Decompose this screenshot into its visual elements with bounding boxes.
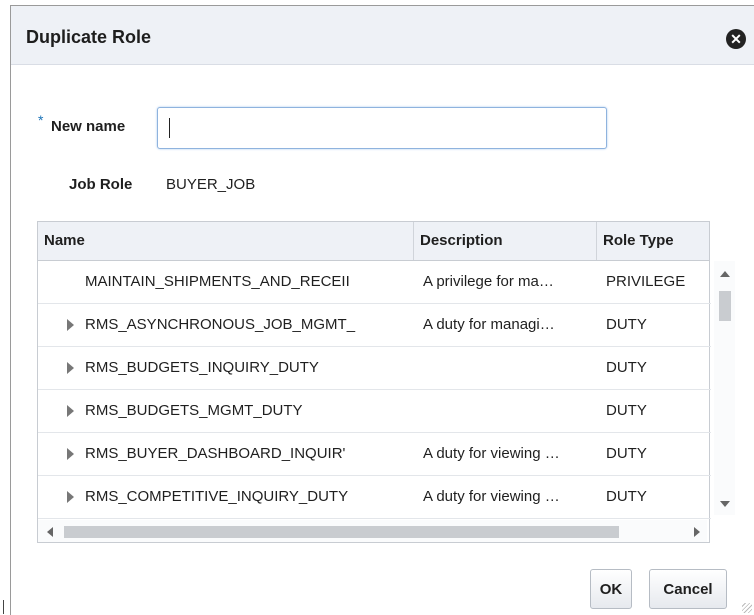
horizontal-scrollbar[interactable] <box>38 520 707 542</box>
table-row[interactable]: RMS_BUDGETS_MGMT_DUTY DUTY <box>38 390 711 433</box>
table-row[interactable]: RMS_BUDGETS_INQUIRY_DUTY DUTY <box>38 347 711 390</box>
dialog-title: Duplicate Role <box>26 27 152 47</box>
duplicate-role-dialog: Duplicate Role ✕ * New name Job Role BUY… <box>10 5 754 615</box>
cell-role-type: DUTY <box>606 316 647 333</box>
expand-triangle-icon[interactable] <box>67 319 74 331</box>
cell-name: MAINTAIN_SHIPMENTS_AND_RECEII <box>85 273 350 290</box>
cell-description <box>423 347 593 389</box>
job-role-label: Job Role <box>69 176 133 193</box>
close-icon[interactable]: ✕ <box>726 29 746 49</box>
vertical-scroll-thumb[interactable] <box>719 291 731 321</box>
cell-name: RMS_COMPETITIVE_INQUIRY_DUTY <box>85 488 349 505</box>
cell-description: A privilege for ma… <box>423 273 554 290</box>
cell-name: RMS_ASYNCHRONOUS_JOB_MGMT_ <box>85 316 356 333</box>
cell-description: A duty for viewing … <box>423 488 560 505</box>
horizontal-scroll-thumb[interactable] <box>64 526 619 538</box>
column-header-role-type[interactable]: Role Type <box>597 222 709 260</box>
cell-role-type: DUTY <box>606 488 647 505</box>
roles-table: Name Description Role Type MAINTAIN_SHIP… <box>37 221 735 543</box>
text-caret <box>169 118 170 138</box>
cancel-button[interactable]: Cancel <box>649 569 727 609</box>
scroll-down-icon[interactable] <box>720 501 730 507</box>
ok-button[interactable]: OK <box>590 569 632 609</box>
table-header: Name Description Role Type <box>38 222 709 261</box>
table-body: MAINTAIN_SHIPMENTS_AND_RECEII A privileg… <box>38 261 711 519</box>
column-header-name[interactable]: Name <box>38 222 414 260</box>
table-row[interactable]: RMS_BUYER_DASHBOARD_INQUIR' A duty for v… <box>38 433 711 476</box>
table-row[interactable]: RMS_COMPETITIVE_INQUIRY_DUTY A duty for … <box>38 476 711 519</box>
scroll-up-icon[interactable] <box>720 271 730 277</box>
divider <box>3 600 4 614</box>
expand-triangle-icon[interactable] <box>67 448 74 460</box>
new-name-input[interactable] <box>157 107 607 149</box>
new-name-label: New name <box>51 118 126 135</box>
cell-role-type: DUTY <box>606 359 647 376</box>
cell-description: A duty for viewing … <box>423 445 560 462</box>
job-role-value: BUYER_JOB <box>166 176 256 193</box>
vertical-scrollbar[interactable] <box>714 261 735 515</box>
expand-triangle-icon[interactable] <box>67 491 74 503</box>
resize-grip-icon[interactable] <box>742 603 752 613</box>
cell-role-type: DUTY <box>606 445 647 462</box>
cell-description <box>423 390 593 432</box>
expand-triangle-icon[interactable] <box>67 362 74 374</box>
cell-role-type: DUTY <box>606 402 647 419</box>
column-header-description[interactable]: Description <box>414 222 597 260</box>
cell-name: RMS_BUDGETS_INQUIRY_DUTY <box>85 359 319 376</box>
table-row[interactable]: RMS_ASYNCHRONOUS_JOB_MGMT_ A duty for ma… <box>38 304 711 347</box>
table-row[interactable]: MAINTAIN_SHIPMENTS_AND_RECEII A privileg… <box>38 261 711 304</box>
cell-name: RMS_BUYER_DASHBOARD_INQUIR' <box>85 445 346 462</box>
scroll-right-icon[interactable] <box>694 527 700 537</box>
dialog-titlebar: Duplicate Role ✕ <box>11 6 754 65</box>
required-asterisk: * <box>38 112 44 128</box>
cell-description: A duty for managi… <box>423 316 555 333</box>
expand-triangle-icon[interactable] <box>67 405 74 417</box>
cell-name: RMS_BUDGETS_MGMT_DUTY <box>85 402 303 419</box>
scroll-left-icon[interactable] <box>47 527 53 537</box>
cell-role-type: PRIVILEGE <box>606 273 686 290</box>
